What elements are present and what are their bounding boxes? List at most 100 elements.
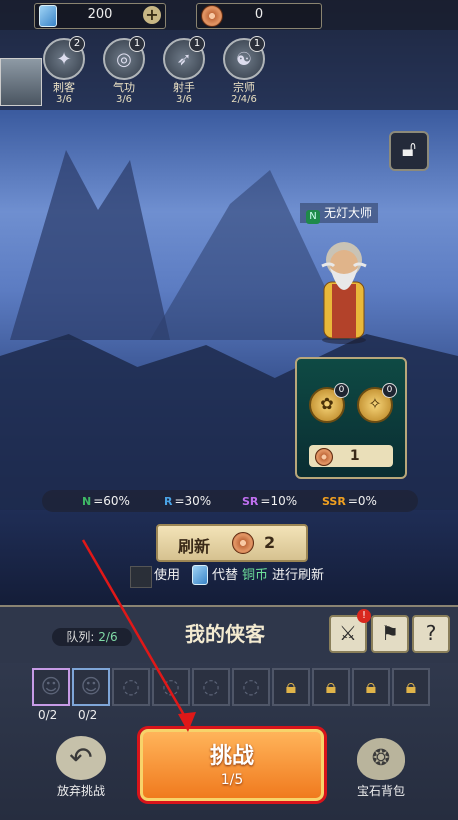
question-icon: ? bbox=[425, 621, 437, 645]
rate-ssr: SSR =0% bbox=[322, 490, 377, 513]
faction-count: 2/4/6 bbox=[231, 94, 257, 105]
back-arrow-icon: ↶ bbox=[56, 736, 106, 780]
hero-slot-2[interactable]: ☺ bbox=[72, 668, 110, 706]
add-ticket-button[interactable]: + bbox=[143, 6, 161, 24]
lock-icon: 🔓︎ bbox=[401, 137, 417, 162]
top-bar: 200 + 0 bbox=[0, 0, 458, 30]
swirl-icon: ◌ bbox=[202, 674, 220, 698]
rarity-r-icon: R bbox=[164, 495, 173, 508]
coin-count: 0 bbox=[254, 7, 264, 22]
faction-label: 气功 bbox=[113, 81, 135, 94]
item-badge: 0 bbox=[334, 383, 349, 398]
faction-label: 射手 bbox=[173, 81, 195, 94]
faction-count: 3/6 bbox=[115, 94, 133, 105]
challenge-count: 1/5 bbox=[220, 772, 244, 788]
map-button[interactable]: ⚑ bbox=[371, 615, 409, 653]
locked-slot[interactable]: 🔒︎ bbox=[352, 668, 390, 706]
faction-label: 刺客 bbox=[53, 81, 75, 94]
ticket-counter: 200 + bbox=[34, 3, 166, 29]
padlock-icon: 🔒︎ bbox=[285, 674, 297, 698]
rarity-n-icon: N bbox=[82, 495, 92, 508]
faction-badge: 2 bbox=[69, 36, 85, 52]
use-text-prefix: 使用 bbox=[154, 568, 181, 583]
use-ticket-option: 使用 代替 铜币 进行刷新 bbox=[130, 565, 370, 588]
hero-slot-1[interactable]: ☺ bbox=[32, 668, 70, 706]
padlock-icon: 🔒︎ bbox=[365, 674, 377, 698]
faction-badge: 1 bbox=[129, 36, 145, 52]
copper-coin-icon bbox=[315, 448, 333, 466]
faction-master[interactable]: ☯ 1 宗师 2/4/6 bbox=[219, 36, 269, 106]
team-queue-count: 2/6 bbox=[98, 630, 118, 644]
mountain bbox=[10, 150, 170, 340]
padlock-icon: 🔒︎ bbox=[325, 674, 337, 698]
challenge-button[interactable]: 挑战 1/5 bbox=[140, 729, 324, 801]
empty-slot[interactable]: ◌ bbox=[112, 668, 150, 706]
refresh-cost: 2 bbox=[264, 533, 276, 552]
faction-count: 3/6 bbox=[175, 94, 193, 105]
help-button[interactable]: ? bbox=[412, 615, 450, 653]
gem-bag-icon: ❂ bbox=[357, 738, 405, 780]
swirl-icon: ◌ bbox=[122, 674, 140, 698]
flag-icon: ⚑ bbox=[381, 621, 399, 645]
challenge-label: 挑战 bbox=[209, 744, 254, 769]
notification-badge: ! bbox=[357, 609, 371, 623]
copper-coin-icon bbox=[232, 532, 254, 554]
coin-counter: 0 bbox=[196, 3, 322, 29]
rate-r: R =30% bbox=[164, 490, 211, 513]
rate-value: =0% bbox=[347, 494, 377, 508]
empty-slot[interactable]: ◌ bbox=[232, 668, 270, 706]
buy-button[interactable]: 1 bbox=[309, 445, 393, 467]
shop-price: 1 bbox=[349, 448, 360, 464]
give-up-label: 放弃挑战 bbox=[56, 784, 105, 798]
item-badge: 0 bbox=[382, 383, 397, 398]
player-portrait[interactable] bbox=[0, 58, 42, 106]
hero-avatar-icon: ☺ bbox=[80, 674, 102, 698]
rarity-rates-bar: N =60% R =30% SR =10% SSR =0% bbox=[42, 490, 418, 512]
my-heroes-title: 我的侠客 bbox=[185, 622, 265, 646]
faction-badge: 1 bbox=[189, 36, 205, 52]
locked-slot[interactable]: 🔒︎ bbox=[272, 668, 310, 706]
team-queue: 队列: 2/6 bbox=[52, 628, 132, 646]
hero-name: 无灯大师 bbox=[324, 206, 373, 220]
use-text-middle: 代替 bbox=[212, 568, 239, 583]
faction-count: 3/6 bbox=[55, 94, 73, 105]
lock-button[interactable]: 🔓︎ bbox=[389, 131, 429, 171]
gold-coin-icon: ✧ bbox=[368, 394, 382, 413]
rate-value: =60% bbox=[93, 494, 130, 508]
rate-value: =30% bbox=[174, 494, 212, 508]
rate-n: N =60% bbox=[82, 490, 130, 513]
shop-card[interactable]: ✿ 0 ✧ 0 1 bbox=[295, 357, 407, 479]
swirl-icon: ◌ bbox=[162, 674, 180, 698]
rarity-sr-icon: SR bbox=[242, 495, 259, 508]
refresh-button[interactable]: 刷新 2 bbox=[156, 524, 308, 562]
faction-label: 宗师 bbox=[233, 81, 255, 94]
use-text-highlight: 铜币 bbox=[242, 568, 269, 583]
shop-item-1[interactable]: ✿ 0 bbox=[309, 383, 349, 423]
faction-qigong[interactable]: ◎ 1 气功 3/6 bbox=[99, 36, 149, 106]
hero-monk-figure[interactable] bbox=[312, 232, 376, 344]
faction-badge: 1 bbox=[249, 36, 265, 52]
padlock-icon: 🔒︎ bbox=[405, 674, 417, 698]
locked-slot[interactable]: 🔒︎ bbox=[312, 668, 350, 706]
give-up-button[interactable]: ↶ 放弃挑战 bbox=[48, 736, 114, 798]
hero-2-count: 0/2 bbox=[78, 708, 98, 722]
ticket-icon bbox=[192, 565, 208, 585]
sword-emblem-icon: ⚔ bbox=[339, 621, 357, 645]
gem-bag-button[interactable]: ❂ 宝石背包 bbox=[346, 738, 416, 798]
empty-slot[interactable]: ◌ bbox=[192, 668, 230, 706]
use-ticket-checkbox[interactable] bbox=[130, 566, 152, 588]
hero-name-tag: N 无灯大师 bbox=[300, 203, 379, 224]
rarity-n-icon: N bbox=[306, 210, 320, 224]
refresh-label: 刷新 bbox=[178, 537, 211, 556]
empty-slot[interactable]: ◌ bbox=[152, 668, 190, 706]
shop-item-2[interactable]: ✧ 0 bbox=[357, 383, 397, 423]
faction-archer[interactable]: ➶ 1 射手 3/6 bbox=[159, 36, 209, 106]
swirl-icon: ◌ bbox=[242, 674, 260, 698]
rarity-ssr-icon: SSR bbox=[322, 495, 346, 508]
locked-slot[interactable]: 🔒︎ bbox=[392, 668, 430, 706]
formation-button[interactable]: ⚔ ! bbox=[329, 609, 371, 653]
gold-coin-icon: ✿ bbox=[320, 394, 334, 413]
rate-value: =10% bbox=[260, 494, 298, 508]
faction-assassin[interactable]: ✦ 2 刺客 3/6 bbox=[39, 36, 89, 106]
team-queue-label: 队列: bbox=[66, 630, 95, 644]
